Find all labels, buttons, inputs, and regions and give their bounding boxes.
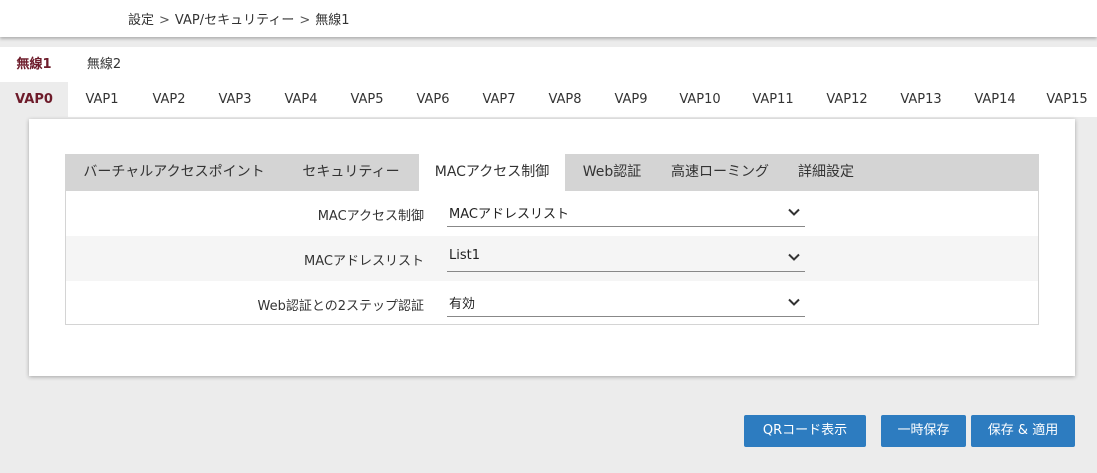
mac-address-list-select[interactable]: List1 [447,244,805,272]
chevron-down-icon [788,253,800,261]
vap-tabs: VAP0 VAP1 VAP2 VAP3 VAP4 VAP5 VAP6 VAP7 … [0,82,1097,117]
tab-mac-access-control[interactable]: MACアクセス制御 [419,154,565,191]
tab-wireless2[interactable]: 無線2 [68,47,140,82]
qr-code-button[interactable]: QRコード表示 [744,415,866,447]
web-auth-two-step-value: 有効 [449,297,476,312]
tab-vap8[interactable]: VAP8 [532,82,598,117]
form-row-web-auth-two-step: Web認証との2ステップ認証 有効 [66,281,1038,326]
tab-vap2[interactable]: VAP2 [136,82,202,117]
mac-address-list-label: MACアドレスリスト [304,254,424,269]
tab-virtual-access-point[interactable]: バーチャルアクセスポイント [65,154,283,191]
form-row-mac-address-list: MACアドレスリスト List1 [66,236,1038,281]
tab-vap5[interactable]: VAP5 [334,82,400,117]
tab-vap6[interactable]: VAP6 [400,82,466,117]
breadcrumb-separator: > [299,13,311,28]
mac-address-list-value: List1 [449,248,480,263]
tab-vap11[interactable]: VAP11 [736,82,810,117]
breadcrumb-wireless1: 無線1 [315,13,350,28]
top-bar: 設定 > VAP/セキュリティー > 無線1 [0,0,1097,37]
breadcrumb: 設定 > VAP/セキュリティー > 無線1 [128,9,350,28]
tab-vap3[interactable]: VAP3 [202,82,268,117]
tab-web-auth[interactable]: Web認証 [565,154,659,191]
tab-security[interactable]: セキュリティー [283,154,419,191]
tab-fast-roaming[interactable]: 高速ローミング [659,154,781,191]
mac-access-control-value: MACアドレスリスト [449,207,569,222]
breadcrumb-vap-security[interactable]: VAP/セキュリティー [175,13,294,28]
tab-vap0[interactable]: VAP0 [0,82,68,117]
web-auth-two-step-label: Web認証との2ステップ認証 [257,299,424,314]
tab-area: 無線1 無線2 VAP0 VAP1 VAP2 VAP3 VAP4 VAP5 VA… [0,47,1097,117]
tab-advanced-settings[interactable]: 詳細設定 [781,154,871,191]
web-auth-two-step-select[interactable]: 有効 [447,289,805,317]
tab-vap4[interactable]: VAP4 [268,82,334,117]
mac-access-control-label: MACアクセス制御 [317,209,424,224]
form-row-mac-access-control: MACアクセス制御 MACアドレスリスト [66,191,1038,236]
sub-tabs: バーチャルアクセスポイント セキュリティー MACアクセス制御 Web認証 高速… [65,154,1039,191]
settings-panel: バーチャルアクセスポイント セキュリティー MACアクセス制御 Web認証 高速… [29,119,1075,376]
chevron-down-icon [788,208,800,216]
chevron-down-icon [788,298,800,306]
tab-vap1[interactable]: VAP1 [68,82,136,117]
temp-save-button[interactable]: 一時保存 [881,415,966,447]
tab-vap14[interactable]: VAP14 [958,82,1032,117]
breadcrumb-separator: > [159,13,170,28]
mac-access-form: MACアクセス制御 MACアドレスリスト MACアドレスリスト List1 We… [65,191,1039,325]
radio-tabs: 無線1 無線2 [0,47,140,82]
tab-vap13[interactable]: VAP13 [884,82,958,117]
save-apply-button[interactable]: 保存 & 適用 [971,415,1075,447]
tab-vap15[interactable]: VAP15 [1032,82,1097,117]
tab-vap10[interactable]: VAP10 [664,82,736,117]
tab-vap7[interactable]: VAP7 [466,82,532,117]
tab-vap9[interactable]: VAP9 [598,82,664,117]
tab-wireless1[interactable]: 無線1 [0,47,68,82]
tab-vap12[interactable]: VAP12 [810,82,884,117]
mac-access-control-select[interactable]: MACアドレスリスト [447,199,805,227]
breadcrumb-settings[interactable]: 設定 [128,13,154,28]
